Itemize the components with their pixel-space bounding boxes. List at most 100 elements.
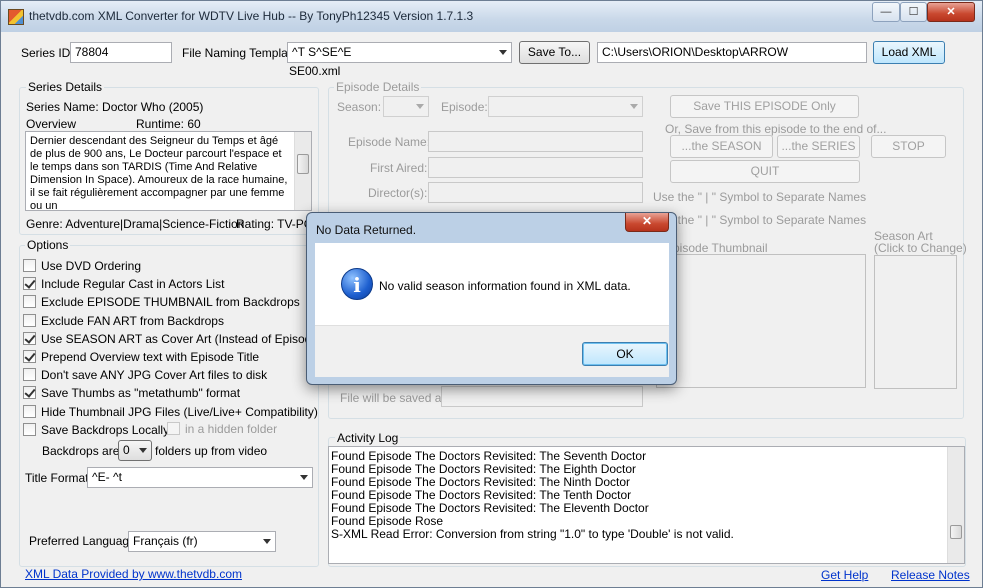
backdrops-suffix: folders up from video bbox=[155, 444, 268, 458]
directors-input[interactable] bbox=[428, 182, 643, 203]
option-label: Use SEASON ART as Cover Art (Instead of … bbox=[41, 332, 341, 346]
backdrops-combo[interactable]: 0 bbox=[118, 440, 152, 461]
language-combo[interactable]: Français (fr) bbox=[128, 531, 276, 552]
series-id-input[interactable]: 78804 bbox=[70, 42, 172, 63]
option-checkbox[interactable] bbox=[23, 423, 36, 436]
series-details-title: Series Details bbox=[26, 80, 105, 94]
no-data-dialog: No Data Returned. ✕ i No valid season in… bbox=[306, 212, 677, 385]
backdrops-value: 0 bbox=[123, 443, 130, 457]
template-value: ^T S^SE^E bbox=[292, 45, 352, 59]
episode-label: Episode: bbox=[441, 100, 488, 114]
dialog-footer: OK bbox=[315, 325, 669, 377]
title-format-combo[interactable]: ^E- ^t bbox=[87, 467, 313, 488]
quit-button[interactable]: QUIT bbox=[670, 160, 860, 183]
option-checkbox[interactable] bbox=[23, 295, 36, 308]
template-combo[interactable]: ^T S^SE^E bbox=[287, 42, 512, 63]
info-icon: i bbox=[341, 268, 373, 300]
file-saved-input[interactable] bbox=[441, 386, 643, 407]
option-label: Use DVD Ordering bbox=[41, 259, 142, 273]
save-to-button[interactable]: Save To... bbox=[519, 41, 590, 64]
the-series-button[interactable]: ...the SERIES bbox=[777, 135, 860, 158]
dialog-title: No Data Returned. bbox=[316, 223, 417, 237]
close-button[interactable]: ✕ bbox=[927, 2, 975, 22]
option-checkbox[interactable] bbox=[23, 277, 36, 290]
separator-hint-1: Use the " | " Symbol to Separate Names bbox=[653, 190, 867, 204]
thetvdb-link[interactable]: XML Data Provided by www.thetvdb.com bbox=[25, 567, 242, 581]
scroll-thumb[interactable] bbox=[950, 525, 962, 539]
dialog-message: No valid season information found in XML… bbox=[379, 279, 631, 293]
series-name: Series Name: Doctor Who (2005) bbox=[26, 100, 204, 114]
ok-button[interactable]: OK bbox=[582, 342, 668, 366]
option-checkbox[interactable] bbox=[23, 259, 36, 272]
chevron-down-icon bbox=[139, 448, 147, 453]
overview-label: Overview bbox=[26, 117, 77, 131]
title-bar: thetvdb.com XML Converter for WDTV Live … bbox=[1, 1, 982, 32]
rating: Rating: TV-PG bbox=[236, 217, 314, 231]
file-saved-label: File will be saved as: bbox=[340, 391, 451, 405]
template-preview: SE00.xml bbox=[289, 64, 341, 78]
option-label: Prepend Overview text with Episode Title bbox=[41, 350, 260, 364]
the-season-button[interactable]: ...the SEASON bbox=[670, 135, 773, 158]
season-combo[interactable] bbox=[383, 96, 429, 117]
activity-log-textbox[interactable]: Found Episode The Doctors Revisited: The… bbox=[328, 446, 965, 564]
option-label: Hide Thumbnail JPG Files (Live/Live+ Com… bbox=[41, 405, 318, 419]
chevron-down-icon bbox=[416, 104, 424, 109]
activity-log-lines: Found Episode The Doctors Revisited: The… bbox=[331, 450, 964, 541]
option-label: Include Regular Cast in Actors List bbox=[41, 277, 225, 291]
series-id-label: Series ID: bbox=[21, 46, 74, 60]
chevron-down-icon bbox=[630, 104, 638, 109]
first-aired-label: First Aired: bbox=[370, 161, 428, 175]
option-checkbox[interactable] bbox=[23, 386, 36, 399]
option-label: Save Thumbs as "metathumb" format bbox=[41, 386, 241, 400]
save-path-input[interactable]: C:\Users\ORION\Desktop\ARROW bbox=[597, 42, 867, 63]
release-notes-link[interactable]: Release Notes bbox=[891, 568, 970, 582]
option-checkbox[interactable] bbox=[23, 350, 36, 363]
option-checkbox[interactable] bbox=[23, 314, 36, 327]
stop-button[interactable]: STOP bbox=[871, 135, 946, 158]
episode-details-title: Episode Details bbox=[334, 80, 422, 94]
option-label: Don't save ANY JPG Cover Art files to di… bbox=[41, 368, 268, 382]
title-format-value: ^E- ^t bbox=[92, 470, 122, 484]
chevron-down-icon bbox=[300, 475, 308, 480]
option-checkbox[interactable] bbox=[23, 368, 36, 381]
title-format-label: Title Format : bbox=[25, 471, 96, 485]
dialog-body: i No valid season information found in X… bbox=[315, 243, 669, 325]
scroll-thumb[interactable] bbox=[297, 154, 309, 174]
season-art-hint: (Click to Change) bbox=[874, 241, 967, 255]
get-help-link[interactable]: Get Help bbox=[821, 568, 868, 582]
or-save-label: Or, Save from this episode to the end of… bbox=[665, 122, 887, 136]
minimize-button[interactable]: — bbox=[872, 2, 900, 22]
genre: Genre: Adventure|Drama|Science-Fiction bbox=[26, 217, 245, 231]
option-checkbox[interactable] bbox=[23, 405, 36, 418]
save-this-episode-button[interactable]: Save THIS EPISODE Only bbox=[670, 95, 859, 118]
language-value: Français (fr) bbox=[133, 534, 198, 548]
log-scrollbar[interactable] bbox=[947, 447, 964, 563]
maximize-button[interactable]: ☐ bbox=[900, 2, 927, 22]
episode-name-label: Episode Name: bbox=[348, 135, 431, 149]
load-xml-button[interactable]: Load XML bbox=[873, 41, 945, 64]
episode-combo[interactable] bbox=[488, 96, 643, 117]
hidden-folder-label: in a hidden folder bbox=[185, 422, 278, 436]
chevron-down-icon bbox=[263, 539, 271, 544]
episode-name-input[interactable] bbox=[428, 131, 643, 152]
overview-textbox[interactable]: Dernier descendant des Seigneur du Temps… bbox=[25, 131, 312, 211]
episode-thumbnail-image[interactable] bbox=[656, 254, 866, 388]
overview-scrollbar[interactable] bbox=[294, 132, 311, 210]
season-label: Season: bbox=[337, 100, 382, 114]
episode-thumbnail-label: Episode Thumbnail bbox=[665, 241, 768, 255]
option-checkbox[interactable] bbox=[23, 332, 36, 345]
first-aired-input[interactable] bbox=[428, 157, 643, 178]
overview-text: Dernier descendant des Seigneur du Temps… bbox=[30, 135, 288, 211]
app-icon bbox=[8, 9, 24, 25]
season-art-image[interactable] bbox=[874, 255, 957, 389]
dialog-close-button[interactable]: ✕ bbox=[625, 213, 669, 232]
hidden-folder-checkbox[interactable] bbox=[167, 422, 180, 435]
directors-label: Director(s): bbox=[368, 186, 428, 200]
option-label: Exclude EPISODE THUMBNAIL from Backdrops bbox=[41, 295, 300, 309]
window-title: thetvdb.com XML Converter for WDTV Live … bbox=[29, 9, 474, 23]
language-label: Preferred Language: bbox=[29, 534, 140, 548]
runtime: Runtime: 60 bbox=[136, 117, 201, 131]
chevron-down-icon bbox=[499, 50, 507, 55]
option-label: Save Backdrops Locally bbox=[41, 423, 170, 437]
options-title: Options bbox=[25, 238, 71, 252]
